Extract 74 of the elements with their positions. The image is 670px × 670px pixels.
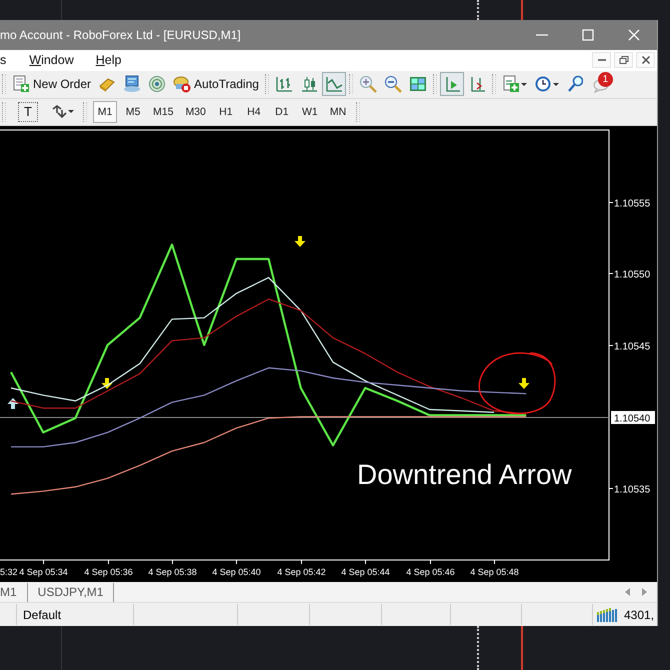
connection-status: 4301, <box>624 608 654 622</box>
timeframe-button[interactable]: M15 <box>149 100 178 123</box>
price-label: 1.10540 <box>611 410 655 424</box>
timeframe-button[interactable]: M1 <box>93 100 117 123</box>
time-tick-label: 4 Sep 05:40 <box>212 566 261 577</box>
chart-shift-button[interactable] <box>440 72 464 96</box>
zoom-in-icon <box>358 75 377 94</box>
traffic-bars-icon <box>596 608 620 622</box>
chat-button[interactable]: 1 <box>590 72 614 96</box>
caret-icon <box>68 110 74 114</box>
menu-item[interactable]: s <box>0 53 18 68</box>
timeframe-button[interactable]: MN <box>326 100 350 123</box>
chart-tab[interactable]: USDJPY,M1 <box>28 582 114 602</box>
close-icon <box>640 55 650 66</box>
chart-tab[interactable]: M1 <box>0 582 28 602</box>
timeframe-button[interactable]: H4 <box>242 100 266 123</box>
annotation-text: Downtrend Arrow <box>357 458 572 490</box>
close-icon <box>628 29 640 41</box>
time-tick-label: 4 Sep 05:36 <box>84 566 133 577</box>
line-chart-button[interactable] <box>322 72 346 96</box>
candlestick-icon <box>300 75 318 94</box>
new-order-button[interactable]: New Order <box>9 72 94 96</box>
time-tick-label: 4 Sep 05:34 <box>19 566 68 577</box>
document-plus-icon <box>12 75 30 94</box>
tile-windows-icon <box>408 75 427 94</box>
scroll-right-button[interactable] <box>640 586 649 598</box>
status-profile: Default <box>17 604 134 626</box>
caret-icon <box>552 82 559 86</box>
line-chart-icon <box>324 75 343 94</box>
zoom-out-icon <box>384 75 402 94</box>
time-tick-label: 4 Sep 05:38 <box>148 566 197 577</box>
monitor-icon <box>123 75 142 94</box>
right-arrow-icon <box>642 588 647 596</box>
price-tick-label: 1.10545 <box>614 341 650 352</box>
bar-chart-icon <box>274 75 293 94</box>
minimize-icon <box>598 59 606 62</box>
timeframe-button[interactable]: M5 <box>121 100 145 123</box>
minimize-button[interactable] <box>592 52 611 68</box>
maximize-icon <box>582 29 594 41</box>
timeframe-button[interactable]: W1 <box>298 100 322 123</box>
caret-icon <box>520 82 527 86</box>
close-button[interactable] <box>636 52 655 68</box>
notification-badge: 1 <box>598 72 613 88</box>
stop-badge-icon <box>173 75 192 94</box>
price-tick-label: 1.10555 <box>614 198 650 210</box>
time-tick-label: 4 Sep 05:48 <box>470 566 519 577</box>
window-title: mo Account - RoboForex Ltd - [EURUSD,M1] <box>0 28 241 42</box>
signal-icon <box>148 75 166 94</box>
timeframe-button[interactable]: D1 <box>270 100 294 123</box>
auto-trading-button[interactable]: AutoTrading <box>170 72 262 96</box>
price-tick-label: 1.10535 <box>614 484 650 496</box>
time-tick-label: 4 Sep 05:46 <box>406 566 455 577</box>
time-tick-label: 5:32 <box>0 566 18 577</box>
time-tick-label: 4 Sep 05:42 <box>277 566 326 577</box>
restore-icon <box>618 55 628 66</box>
timeframe-button[interactable]: M30 <box>181 100 210 123</box>
time-tick-label: 4 Sep 05:44 <box>341 566 390 577</box>
scroll-left-button[interactable] <box>623 586 632 598</box>
arrows-icon <box>51 104 67 119</box>
price-tick-label: 1.10550 <box>614 269 650 280</box>
text-tool-button[interactable]: T <box>18 102 38 122</box>
restore-button[interactable] <box>614 52 633 68</box>
menu-item[interactable]: Help <box>84 53 132 68</box>
clock-icon <box>534 75 552 94</box>
vertical-line <box>521 0 523 20</box>
vertical-line <box>521 626 523 670</box>
ref-line-label: 1.10540 <box>614 413 651 424</box>
minimize-icon <box>536 34 548 36</box>
search-icon <box>566 75 583 94</box>
left-arrow-icon <box>625 588 630 596</box>
vertical-line <box>477 626 479 670</box>
timeframe-button[interactable]: H1 <box>214 100 238 123</box>
menu-item[interactable]: Window <box>18 53 85 68</box>
document-plus-icon <box>502 75 520 94</box>
